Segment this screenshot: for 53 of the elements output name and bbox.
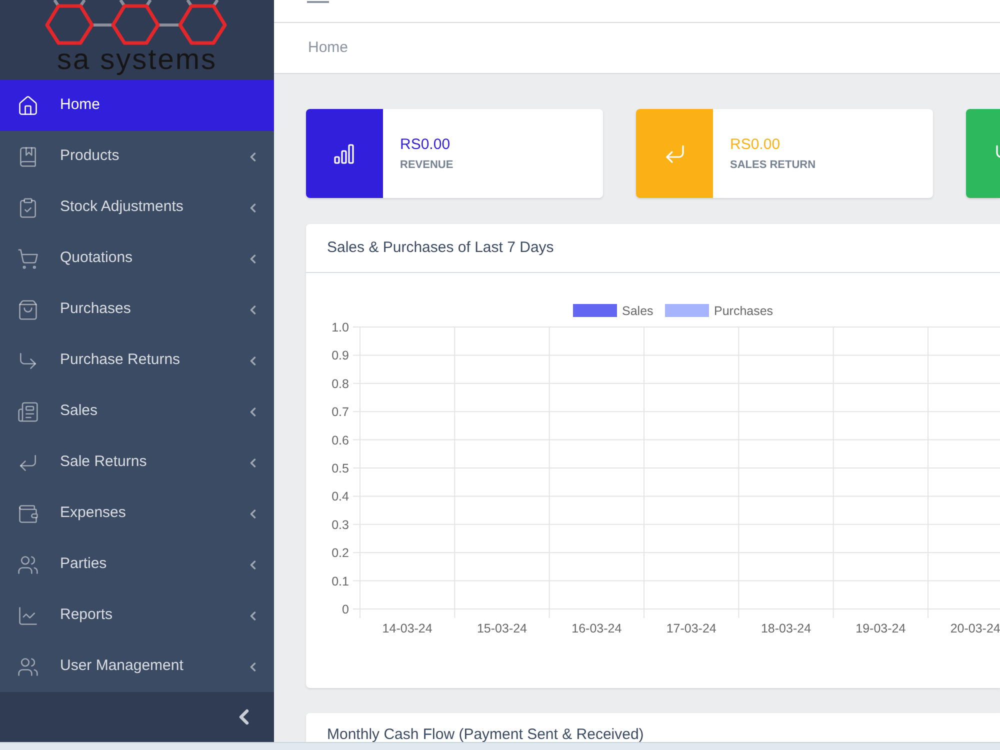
legend-label[interactable]: Purchases xyxy=(714,304,774,318)
nav-item[interactable]: Sales xyxy=(0,386,274,437)
nav-item[interactable]: Quotations xyxy=(0,233,274,284)
y-axis-label: 0.7 xyxy=(332,405,349,420)
y-axis-label: 0.6 xyxy=(332,433,349,448)
y-axis-label: 0.5 xyxy=(332,462,349,476)
stat-label: SALES RETURN xyxy=(730,158,817,172)
y-axis-label: 0.8 xyxy=(332,376,349,391)
nav-item[interactable]: Purchases xyxy=(0,284,274,335)
stat-value: RS0.00 xyxy=(400,135,452,155)
bar-chart-icon xyxy=(333,142,355,164)
card-title: Monthly Cash Flow (Payment Sent & Received) xyxy=(327,727,645,742)
nav-item[interactable]: Expenses xyxy=(0,488,274,539)
legend-label[interactable]: Sales xyxy=(622,304,654,318)
hexagon-logo-icon xyxy=(45,0,229,46)
card-title: Sales & Purchases of Last 7 Days xyxy=(327,238,554,258)
wallet-icon xyxy=(17,502,39,524)
bag-icon xyxy=(17,298,39,320)
x-axis-label: 18-03-24 xyxy=(761,622,812,636)
x-axis-label: 14-03-24 xyxy=(382,622,432,636)
y-axis-label: 0.2 xyxy=(332,546,349,560)
y-axis-label: 0.3 xyxy=(332,518,349,532)
legend-swatch-icon[interactable] xyxy=(665,304,709,317)
x-axis-label: 19-03-24 xyxy=(856,622,906,636)
x-axis-label: 16-03-24 xyxy=(572,622,622,636)
y-axis-label: 0.9 xyxy=(332,348,349,363)
users-icon xyxy=(17,656,39,678)
stat-value: RS0.00 xyxy=(730,135,782,155)
nav-item[interactable]: Home xyxy=(0,80,274,131)
nav-item[interactable]: Products xyxy=(0,131,274,182)
users-icon xyxy=(17,554,39,576)
nav-item[interactable]: Sale Returns xyxy=(0,437,274,488)
breadcrumb-item: Home xyxy=(308,38,348,58)
y-axis-label: 0.4 xyxy=(332,490,349,504)
x-axis-label: 15-03-24 xyxy=(476,622,528,636)
line-chart-icon xyxy=(17,604,39,626)
stat-label: REVENUE xyxy=(400,158,454,172)
notebook-icon xyxy=(17,146,39,168)
y-axis-label: 1.0 xyxy=(332,320,349,334)
x-axis-label: 20-03-24 xyxy=(950,622,1000,636)
newspaper-icon xyxy=(17,400,39,422)
nav-item[interactable]: Purchase Returns xyxy=(0,335,274,386)
home-icon xyxy=(17,94,39,116)
x-axis-label: 17-03-24 xyxy=(666,622,716,636)
y-axis-label: 0 xyxy=(342,602,349,616)
nav-item[interactable]: User Management xyxy=(0,641,274,692)
nav-item[interactable]: Reports xyxy=(0,590,274,641)
y-axis-label: 0.1 xyxy=(332,574,349,588)
clipboard-check-icon xyxy=(17,196,39,218)
legend-swatch-icon[interactable] xyxy=(573,304,617,317)
nav-item[interactable]: Parties xyxy=(0,539,274,590)
cart-icon xyxy=(17,248,39,270)
nav-item[interactable]: Stock Adjustments xyxy=(0,182,274,233)
